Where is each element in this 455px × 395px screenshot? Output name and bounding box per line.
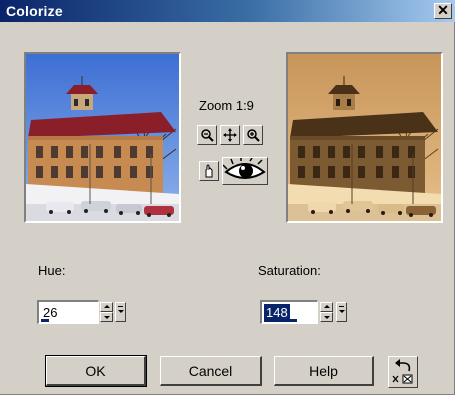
arrow-up-icon — [324, 305, 330, 308]
chevron-down-icon — [118, 310, 124, 313]
hue-input[interactable]: 26 — [37, 300, 99, 324]
window-title: Colorize — [6, 3, 63, 19]
saturation-spinner[interactable] — [320, 302, 333, 322]
reset-button[interactable] — [388, 356, 418, 388]
after-image — [288, 54, 441, 221]
undo-icon — [392, 359, 413, 384]
help-button[interactable]: Help — [274, 356, 374, 386]
before-image — [26, 54, 179, 221]
hand-button[interactable] — [199, 161, 219, 181]
saturation-input[interactable]: 148 — [260, 300, 318, 324]
colorize-dialog: Colorize ✕ Zoom 1:9 Hue: 26 Saturation: … — [0, 0, 455, 395]
saturation-level-bar — [264, 319, 297, 322]
zoom-out-icon — [201, 129, 214, 142]
zoom-in-icon — [247, 129, 260, 142]
zoom-in-button[interactable] — [243, 125, 263, 145]
help-button-label: Help — [309, 362, 338, 379]
hue-decrement-button[interactable] — [100, 312, 113, 322]
slider-line-icon — [339, 306, 344, 307]
saturation-slider-button[interactable] — [336, 302, 347, 322]
hue-slider-button[interactable] — [115, 302, 126, 322]
arrow-down-icon — [104, 316, 110, 319]
chevron-down-icon — [339, 310, 345, 313]
arrow-down-icon — [324, 316, 330, 319]
ok-button[interactable]: OK — [45, 355, 147, 387]
close-button[interactable]: ✕ — [434, 3, 452, 19]
title-bar[interactable]: Colorize ✕ — [0, 0, 455, 22]
hue-spinner[interactable] — [100, 302, 113, 322]
hue-increment-button[interactable] — [100, 302, 113, 312]
cancel-button-label: Cancel — [188, 362, 233, 379]
close-icon: ✕ — [437, 2, 449, 18]
hand-icon — [205, 164, 213, 178]
slider-line-icon — [118, 306, 123, 307]
eye-icon — [222, 157, 266, 179]
eye-preview-button[interactable] — [222, 157, 268, 185]
hue-label: Hue: — [38, 263, 66, 278]
pan-icon — [223, 128, 237, 142]
zoom-label: Zoom 1:9 — [199, 98, 254, 113]
cancel-button[interactable]: Cancel — [160, 356, 262, 386]
zoom-out-button[interactable] — [197, 125, 217, 145]
after-preview[interactable] — [286, 52, 443, 223]
ok-button-label: OK — [85, 362, 106, 379]
saturation-label: Saturation: — [258, 263, 321, 278]
pan-button[interactable] — [220, 125, 240, 145]
hue-level-bar — [41, 319, 49, 322]
saturation-increment-button[interactable] — [320, 302, 333, 312]
arrow-up-icon — [104, 305, 110, 308]
before-preview[interactable] — [24, 52, 181, 223]
saturation-decrement-button[interactable] — [320, 312, 333, 322]
